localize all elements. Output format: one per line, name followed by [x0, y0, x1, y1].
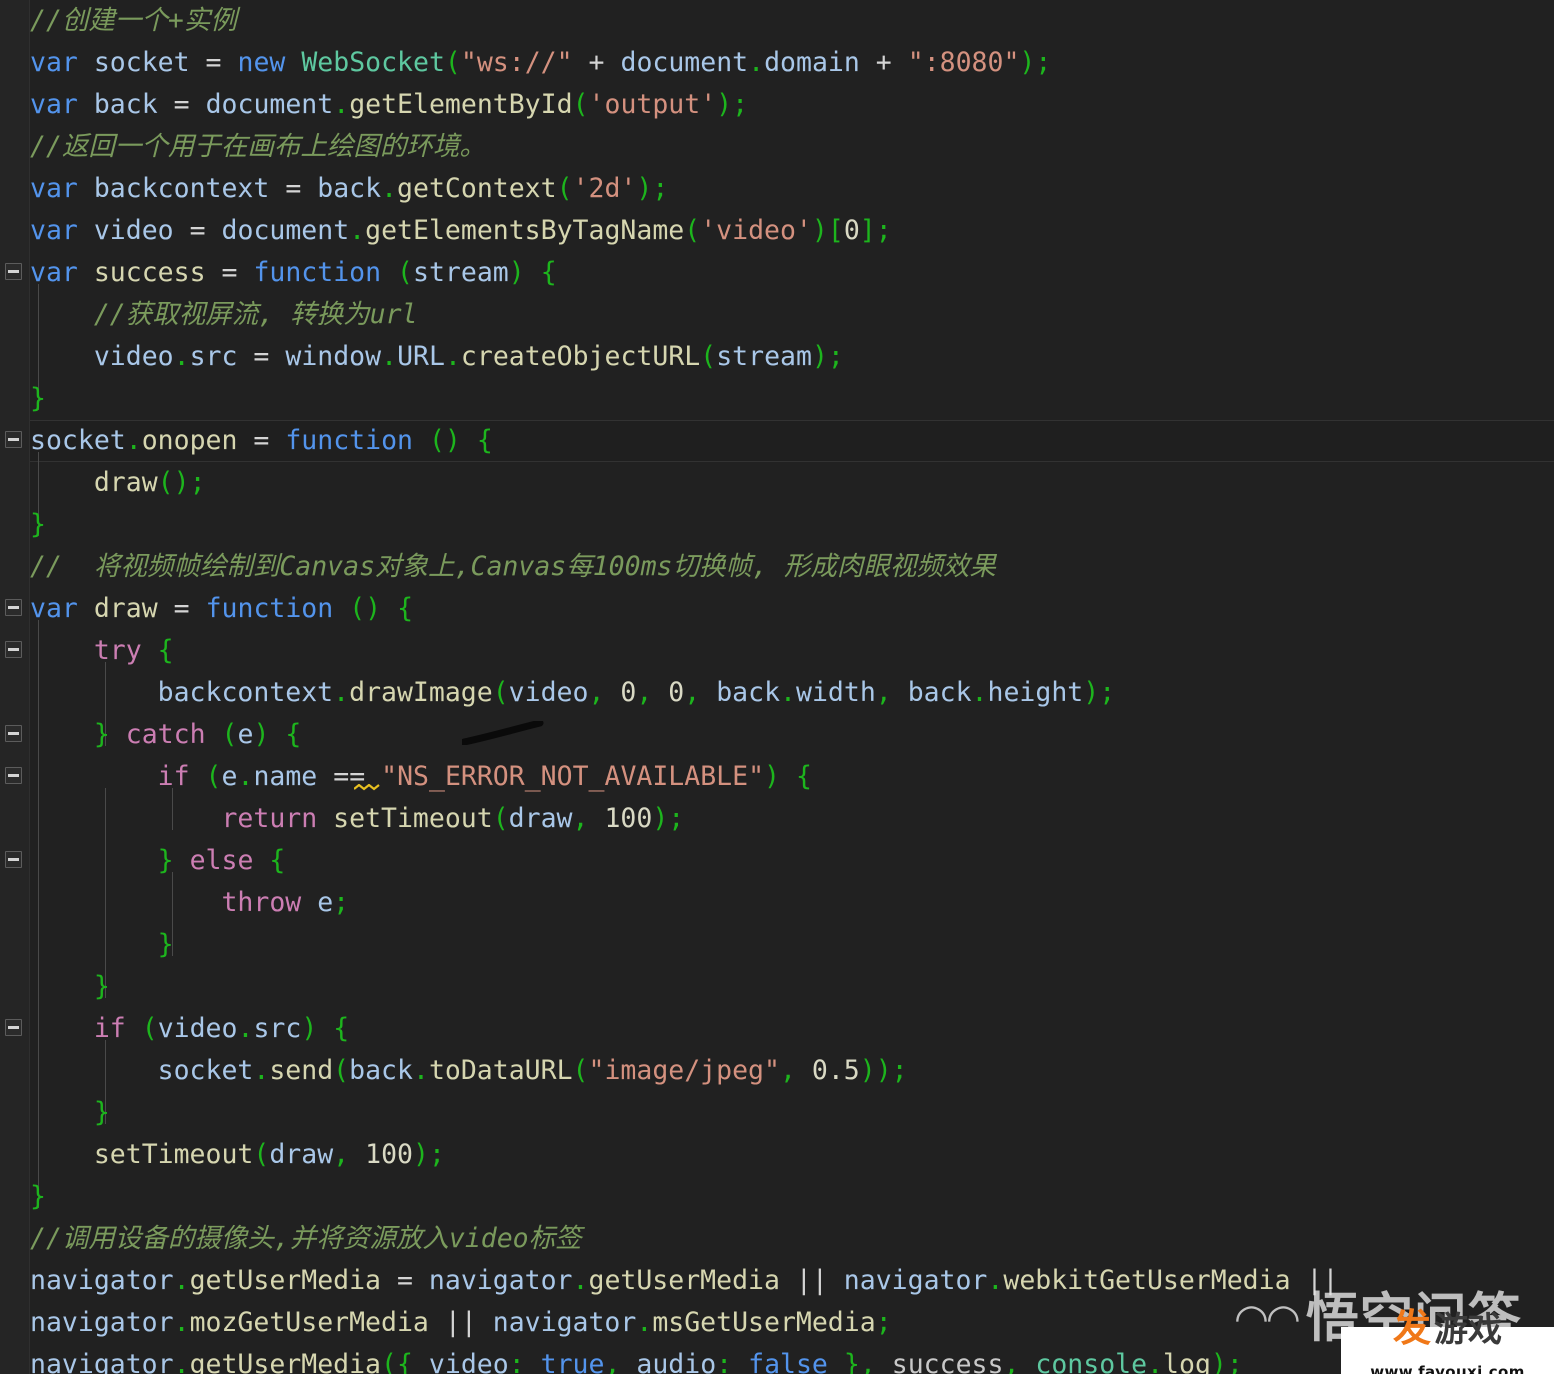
code-line[interactable]: }: [30, 378, 46, 420]
code-line[interactable]: //获取视屏流, 转换为url: [30, 294, 418, 336]
code-line[interactable]: navigator.mozGetUserMedia || navigator.m…: [30, 1302, 892, 1344]
code-line[interactable]: //返回一个用于在画布上绘图的环境。: [30, 126, 486, 168]
code-line[interactable]: } catch (e) {: [30, 714, 302, 756]
token-comment: //调用设备的摄像头,并将资源放入video标签: [30, 1223, 582, 1254]
token-comment: // 将视频帧绘制到Canvas对象上,Canvas每100ms切换帧, 形成肉…: [30, 551, 996, 582]
code-line[interactable]: try {: [30, 630, 174, 672]
fold-marker-icon[interactable]: [5, 767, 22, 784]
code-line[interactable]: draw();: [30, 462, 206, 504]
code-line[interactable]: throw e;: [30, 882, 349, 924]
token-comment: //获取视屏流, 转换为url: [93, 299, 418, 330]
fold-marker-icon[interactable]: [5, 1019, 22, 1036]
code-line[interactable]: }: [30, 504, 46, 546]
code-line[interactable]: }: [30, 966, 110, 1008]
token-comment: //返回一个用于在画布上绘图的环境。: [30, 131, 486, 162]
code-line[interactable]: //创建一个+实例: [30, 0, 237, 42]
fold-marker-icon[interactable]: [5, 641, 22, 658]
code-line[interactable]: if (video.src) {: [30, 1008, 349, 1050]
code-line[interactable]: var draw = function () {: [30, 588, 413, 630]
code-line[interactable]: navigator.getUserMedia({ video: true, au…: [30, 1344, 1243, 1374]
fold-marker-icon[interactable]: [5, 599, 22, 616]
fold-marker-icon[interactable]: [5, 725, 22, 742]
editor-gutter[interactable]: [0, 0, 30, 1374]
code-line[interactable]: video.src = window.URL.createObjectURL(s…: [30, 336, 844, 378]
code-line[interactable]: setTimeout(draw, 100);: [30, 1134, 445, 1176]
code-line[interactable]: socket.onopen = function () {: [30, 420, 493, 462]
code-line[interactable]: socket.send(back.toDataURL("image/jpeg",…: [30, 1050, 908, 1092]
code-editor[interactable]: //创建一个+实例 var socket = new WebSocket("ws…: [0, 0, 1554, 1374]
code-line[interactable]: }: [30, 1092, 110, 1134]
fold-marker-icon[interactable]: [5, 431, 22, 448]
code-content[interactable]: //创建一个+实例 var socket = new WebSocket("ws…: [30, 0, 1554, 1374]
code-line[interactable]: // 将视频帧绘制到Canvas对象上,Canvas每100ms切换帧, 形成肉…: [30, 546, 996, 588]
code-line[interactable]: var socket = new WebSocket("ws://" + doc…: [30, 42, 1051, 84]
fold-marker-icon[interactable]: [5, 263, 22, 280]
code-line[interactable]: var video = document.getElementsByTagNam…: [30, 210, 892, 252]
fold-marker-icon[interactable]: [5, 851, 22, 868]
code-line[interactable]: var backcontext = back.getContext('2d');: [30, 168, 668, 210]
code-line[interactable]: backcontext.drawImage(video, 0, 0, back.…: [30, 672, 1116, 714]
warning-squiggle: [354, 784, 380, 791]
code-line[interactable]: } else {: [30, 840, 286, 882]
code-line[interactable]: //调用设备的摄像头,并将资源放入video标签: [30, 1218, 582, 1260]
code-line[interactable]: navigator.getUserMedia = navigator.getUs…: [30, 1260, 1338, 1302]
code-line[interactable]: }: [30, 924, 174, 966]
code-line[interactable]: var back = document.getElementById('outp…: [30, 84, 748, 126]
code-line[interactable]: return setTimeout(draw, 100);: [30, 798, 684, 840]
code-line[interactable]: }: [30, 1176, 46, 1218]
code-line[interactable]: var success = function (stream) {: [30, 252, 557, 294]
code-line[interactable]: if (e.name == "NS_ERROR_NOT_AVAILABLE") …: [30, 756, 812, 798]
token-comment: //创建一个+实例: [30, 5, 237, 36]
